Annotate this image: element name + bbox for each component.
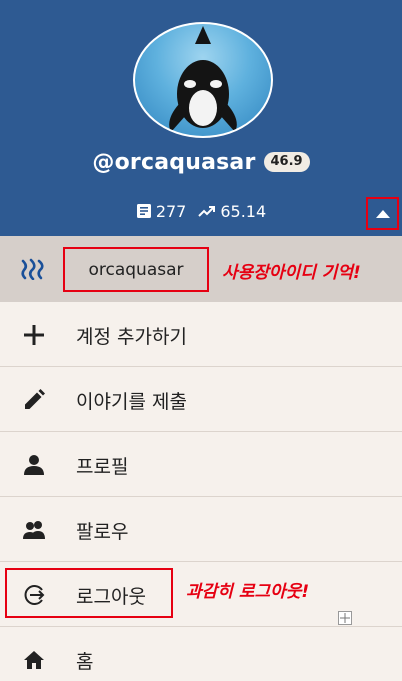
power-stat: 65.14 [198, 202, 266, 221]
trending-up-icon [198, 206, 216, 217]
orca-photo [169, 26, 237, 132]
posts-stat: 277 [136, 201, 187, 221]
menu-home[interactable]: 홈 [0, 627, 402, 681]
pencil-icon [25, 389, 45, 409]
reputation-badge: 46.9 [263, 152, 310, 172]
menu-label: 팔로우 [76, 521, 129, 543]
steem-power-value: 65.14 [220, 201, 267, 221]
menu-label: 홈 [76, 651, 94, 673]
person-icon [24, 455, 44, 475]
collapse-accounts-button[interactable] [366, 197, 399, 230]
profile-header: @orcaquasar 46.9 277 65.14 [0, 0, 402, 236]
menu-add-account[interactable]: 계정 추가하기 [0, 302, 402, 367]
people-icon [23, 521, 45, 539]
annotation-logout-note: 과감히 로그아웃! [186, 582, 310, 602]
menu-follow[interactable]: 팔로우 [0, 497, 402, 562]
menu-submit-story[interactable]: 이야기를 제출 [0, 367, 402, 432]
plus-icon [24, 325, 44, 345]
menu-label: 이야기를 제출 [76, 391, 187, 413]
menu-label: 프로필 [76, 456, 129, 478]
username: @orcaquasar [92, 149, 256, 175]
logout-highlight [5, 568, 173, 618]
avatar[interactable] [133, 22, 273, 138]
menu-label: 계정 추가하기 [76, 326, 187, 348]
annotation-account-note: 사용장아이디 기억! [222, 263, 361, 283]
home-icon [24, 651, 44, 669]
steem-logo-icon [21, 258, 44, 280]
menu-profile[interactable]: 프로필 [0, 432, 402, 497]
posts-count: 277 [155, 201, 187, 221]
caret-up-icon [375, 209, 390, 218]
account-name[interactable]: orcaquasar [63, 247, 209, 292]
posts-icon [136, 204, 151, 218]
move-icon [338, 611, 352, 625]
